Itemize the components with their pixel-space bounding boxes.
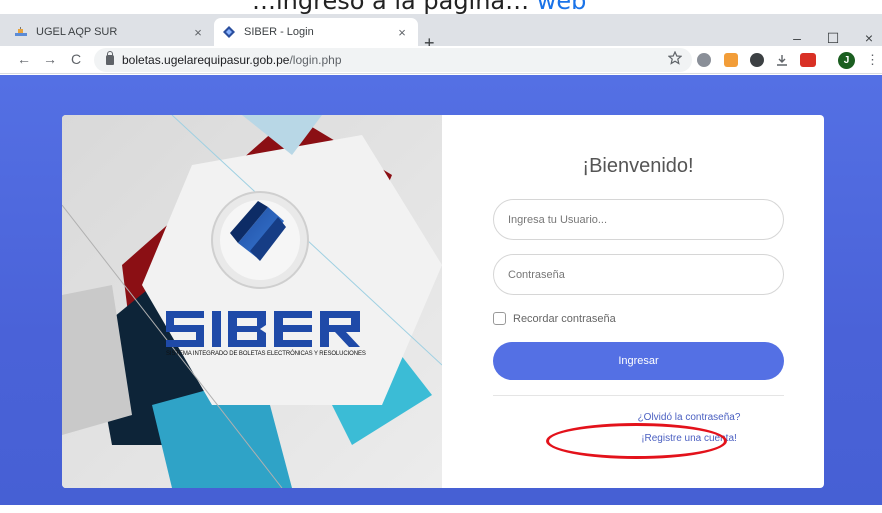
forward-button[interactable]: → [40, 51, 60, 67]
tab-siber[interactable]: SIBER - Login × [214, 18, 418, 46]
url-path: /login.php [289, 53, 342, 67]
remember-password[interactable]: Recordar contraseña [493, 312, 616, 325]
tab-bar: UGEL AQP SUR × SIBER - Login × + – ☐ × [0, 14, 882, 52]
login-button[interactable]: Ingresar [493, 342, 784, 380]
tab-close-icon[interactable]: × [394, 25, 410, 40]
profile-avatar[interactable]: J [838, 52, 855, 69]
siber-favicon-icon [223, 26, 235, 38]
mail-counter-extension-icon[interactable] [800, 53, 816, 67]
remember-label: Recordar contraseña [513, 312, 616, 325]
siber-logo [166, 311, 360, 347]
forgot-password-link[interactable]: ¿Olvidó la contraseña? [442, 412, 824, 423]
remember-checkbox[interactable] [493, 312, 506, 325]
back-button[interactable]: ← [14, 51, 34, 67]
ship-favicon-icon [15, 27, 27, 36]
page-background: SISTEMA INTEGRADO DE BOLETAS ELECTRÓNICA… [0, 75, 882, 513]
tab-ugel[interactable]: UGEL AQP SUR × [6, 18, 214, 46]
red-highlight-ellipse [546, 423, 727, 459]
shopping-bag-extension-icon[interactable] [724, 53, 738, 67]
siber-artwork [62, 115, 442, 488]
caption-text: …ingreso a la página… [252, 0, 537, 14]
hero-image: SISTEMA INTEGRADO DE BOLETAS ELECTRÓNICA… [62, 115, 442, 488]
download-circle-extension-icon[interactable] [750, 53, 764, 67]
star-icon[interactable] [668, 51, 682, 65]
document-caption: …ingreso a la página… web [0, 0, 882, 14]
close-window-button[interactable]: × [854, 30, 882, 46]
url-host: boletas.ugelarequipasur.gob.pe [122, 53, 290, 67]
lock-icon [106, 51, 114, 65]
welcome-heading: ¡Bienvenido! [582, 155, 694, 177]
tab-title: SIBER - Login [244, 26, 314, 38]
minimize-button[interactable]: – [782, 30, 812, 46]
siber-tagline: SISTEMA INTEGRADO DE BOLETAS ELECTRÓNICA… [166, 351, 366, 357]
reload-button[interactable]: C [66, 51, 86, 67]
maximize-button[interactable]: ☐ [818, 30, 848, 47]
browser-toolbar: ← → C boletas.ugelarequipasur.gob.pe/log… [0, 46, 882, 74]
username-input[interactable]: Ingresa tu Usuario... [493, 199, 784, 240]
tab-title: UGEL AQP SUR [36, 26, 118, 38]
password-input[interactable]: Contraseña [493, 254, 784, 295]
caption-link[interactable]: web [537, 0, 587, 14]
tab-close-icon[interactable]: × [190, 25, 206, 40]
address-bar[interactable]: boletas.ugelarequipasur.gob.pe/login.php [94, 48, 692, 72]
divider [493, 395, 784, 396]
browser-menu-icon[interactable]: ⋮ [866, 52, 879, 68]
extension-icon[interactable] [697, 53, 711, 67]
password-placeholder: Contraseña [508, 268, 565, 281]
username-placeholder: Ingresa tu Usuario... [508, 213, 608, 226]
screenshot-root: …ingreso a la página… web UGEL AQP SUR ×… [0, 0, 882, 513]
download-icon[interactable] [775, 53, 789, 67]
